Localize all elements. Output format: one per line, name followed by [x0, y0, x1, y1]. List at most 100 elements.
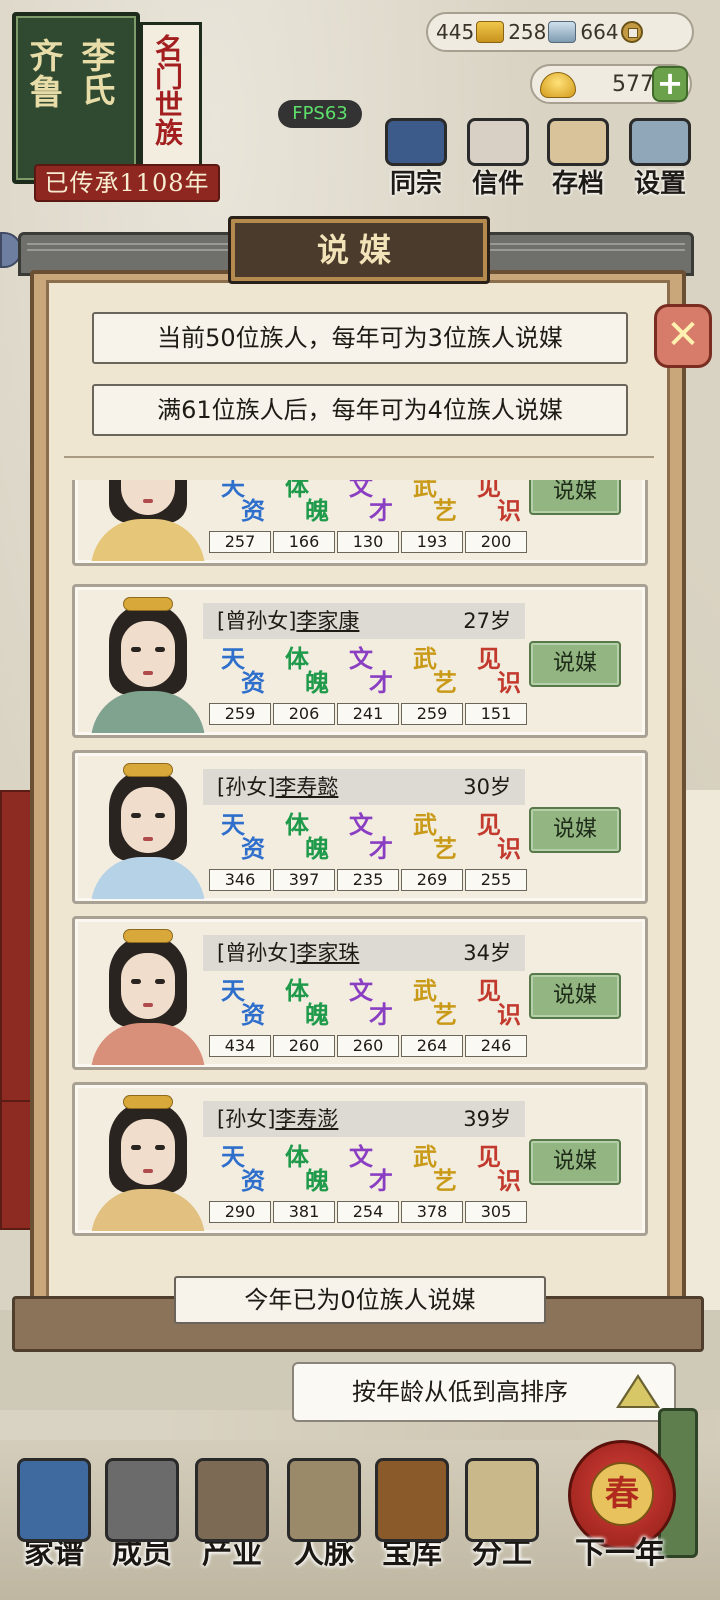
matchmake-button[interactable]: 说媒 [529, 973, 621, 1019]
candidate-name-bar: [孙女]李寿懿 30岁 [203, 769, 525, 805]
portrait-mouth [143, 1003, 153, 1007]
portrait-mouth [143, 671, 153, 675]
portrait-eye [131, 1145, 141, 1150]
matchmake-button[interactable]: 说媒 [529, 807, 621, 853]
nav-item-5[interactable]: 分工 [452, 1458, 552, 1588]
sort-by-age-button[interactable]: 按年龄从低到高排序 [292, 1362, 676, 1422]
hair-ornament [123, 597, 173, 611]
stat-value: 246 [465, 1035, 527, 1057]
candidate-name[interactable]: [曾孙女]李家康 [217, 603, 359, 639]
matchmake-button[interactable]: 说媒 [529, 641, 621, 687]
candidate-portrait [89, 923, 207, 1065]
stat-3: 武艺 269 [401, 809, 463, 893]
top-menu-label: 存档 [551, 169, 604, 199]
letter-icon [467, 118, 529, 166]
nav-item-4[interactable]: 宝库 [362, 1458, 462, 1588]
gold-resource: 445 [436, 20, 505, 44]
candidate-stats: 天资 257 体魄 166 文才 130 武艺 193 见识 200 [201, 480, 531, 555]
candidate-person-name[interactable]: 李寿澎 [275, 1107, 338, 1131]
genealogy-book-icon [17, 1458, 91, 1542]
top-menu-2-button[interactable]: 存档 [538, 118, 618, 200]
stat-label-char: 才 [369, 1166, 393, 1195]
stat-0: 天资 257 [209, 480, 271, 555]
portrait-eye [155, 813, 165, 818]
candidate-portrait [89, 757, 207, 899]
stat-label-char: 才 [369, 668, 393, 697]
background-panel [0, 1100, 32, 1230]
stat-value: 290 [209, 1201, 271, 1223]
stat-3: 武艺 259 [401, 643, 463, 727]
candidate-name[interactable]: [孙女]李寿澎 [217, 1101, 338, 1137]
stat-3: 武艺 378 [401, 1141, 463, 1225]
gold-ingot-icon [540, 72, 576, 98]
candidate-age: 27岁 [463, 609, 511, 633]
stat-1: 体魄 206 [273, 643, 335, 727]
candidate-name[interactable]: [孙女]李寿懿 [217, 769, 338, 805]
scroll-icon [465, 1458, 539, 1542]
stat-0: 天资 346 [209, 809, 271, 893]
top-menu-label: 设置 [633, 169, 686, 199]
portrait-face [121, 787, 175, 853]
stat-value: 193 [401, 531, 463, 553]
candidate-name-bar: [孙女]李寿澎 39岁 [203, 1101, 525, 1137]
fps-counter: FPS63 [278, 100, 362, 128]
stat-label-char: 艺 [433, 834, 457, 863]
candidate-stats: 天资 346 体魄 397 文才 235 武艺 269 见识 255 [201, 809, 531, 893]
candidate-list[interactable]: 天资 257 体魄 166 文才 130 武艺 193 见识 200 说媒 [曾孙女]李家康 27岁天资… [72, 480, 648, 1250]
stat-label-char: 资 [241, 668, 265, 697]
nav-item-3[interactable]: 人脉 [274, 1458, 374, 1588]
stat-value: 254 [337, 1201, 399, 1223]
nav-item-0[interactable]: 家谱 [4, 1458, 104, 1588]
matchmake-button[interactable]: 说媒 [529, 1139, 621, 1185]
stat-1: 体魄 166 [273, 480, 335, 555]
candidate-name[interactable]: [曾孙女]李家珠 [217, 935, 359, 971]
stat-label-char: 魄 [305, 496, 329, 525]
lineage-years: 已传承1108年 [34, 164, 220, 202]
candidate-age: 34岁 [463, 941, 511, 965]
stat-label-char: 艺 [433, 668, 457, 697]
portrait-robe [91, 1023, 205, 1065]
candidate-relation: [孙女] [217, 775, 276, 799]
stat-label-char: 艺 [433, 496, 457, 525]
stat-1: 体魄 260 [273, 975, 335, 1059]
silver-value: 258 [508, 20, 547, 44]
stat-value: 346 [209, 869, 271, 891]
candidate-person-name[interactable]: 李家康 [296, 609, 359, 633]
stat-label-char: 魄 [305, 834, 329, 863]
top-menu-label: 同宗 [389, 169, 442, 199]
stat-label-char: 魄 [305, 1000, 329, 1029]
candidate-stats: 天资 259 体魄 206 文才 241 武艺 259 见识 151 [201, 643, 531, 727]
nav-item-6[interactable]: 下一年 [560, 1458, 680, 1588]
stat-label-char: 魄 [305, 1166, 329, 1195]
matchmake-button[interactable]: 说媒 [529, 480, 621, 515]
portrait-robe [91, 691, 205, 733]
stat-value: 200 [465, 531, 527, 553]
silver-bar-icon [548, 21, 577, 43]
candidate-stats: 天资 434 体魄 260 文才 260 武艺 264 见识 246 [201, 975, 531, 1059]
nav-item-1[interactable]: 成员 [92, 1458, 192, 1588]
ingot-value: 577 [612, 72, 654, 97]
stat-0: 天资 434 [209, 975, 271, 1059]
stat-value: 260 [273, 1035, 335, 1057]
top-menu-0-button[interactable]: 同宗 [376, 118, 456, 200]
matchmaking-status: 今年已为0位族人说媒 [174, 1276, 546, 1324]
candidate-relation: [曾孙女] [217, 941, 297, 965]
family-banner[interactable]: 齐鲁 李氏 名门世族 已传承1108年 [10, 8, 220, 202]
stat-value: 259 [401, 703, 463, 725]
add-ingot-button[interactable]: + [652, 66, 688, 102]
portrait-robe [91, 519, 205, 561]
coin-icon [620, 21, 643, 43]
stat-label-char: 识 [497, 834, 521, 863]
candidate-person-name[interactable]: 李家珠 [296, 941, 359, 965]
treasure-chest-icon [375, 1458, 449, 1542]
stat-value: 166 [273, 531, 335, 553]
stat-label-char: 魄 [305, 668, 329, 697]
top-menu-3-button[interactable]: 设置 [620, 118, 700, 200]
candidate-person-name[interactable]: 李寿懿 [275, 775, 338, 799]
close-button[interactable]: ✕ [654, 304, 712, 368]
sort-label: 按年龄从低到高排序 [352, 1378, 568, 1406]
nav-item-2[interactable]: 产业 [182, 1458, 282, 1588]
candidate-relation: [孙女] [217, 1107, 276, 1131]
top-menu-1-button[interactable]: 信件 [458, 118, 538, 200]
top-menu-label: 信件 [471, 169, 524, 199]
